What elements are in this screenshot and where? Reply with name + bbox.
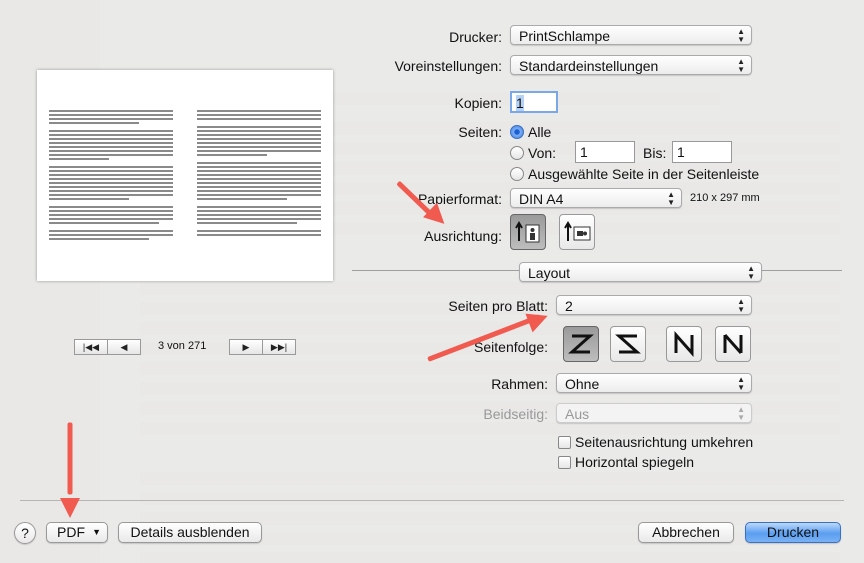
landscape-orientation-button[interactable] bbox=[559, 214, 595, 250]
section-select[interactable]: Layout ▲ ▼ bbox=[519, 262, 762, 282]
stepper-icon: ▲ ▼ bbox=[667, 190, 675, 207]
reverse-orientation-checkbox[interactable] bbox=[558, 436, 571, 449]
portrait-orientation-button[interactable] bbox=[510, 214, 546, 250]
pages-selection-radio[interactable] bbox=[510, 167, 524, 181]
flip-horizontal-checkbox[interactable] bbox=[558, 456, 571, 469]
border-select[interactable]: Ohne ▲ ▼ bbox=[556, 373, 752, 393]
layout-direction-label: Seitenfolge: bbox=[474, 339, 548, 355]
section-value: Layout bbox=[528, 265, 571, 281]
pages-range-radio[interactable] bbox=[510, 146, 524, 160]
footer-divider bbox=[20, 500, 844, 501]
pages-per-sheet-value: 2 bbox=[565, 298, 573, 314]
annotation-arrow bbox=[67, 422, 73, 495]
copies-value: 1 bbox=[516, 95, 524, 111]
last-page-button[interactable]: ▶▶| bbox=[262, 339, 296, 355]
pages-all-label: Alle bbox=[528, 124, 552, 140]
dropdown-arrow-icon: ▼ bbox=[92, 527, 101, 537]
first-page-button[interactable]: |◀◀ bbox=[74, 339, 108, 355]
printer-label: Drucker: bbox=[449, 29, 502, 45]
pdf-menu-button[interactable]: PDF ▼ bbox=[46, 522, 108, 543]
two-sided-value: Aus bbox=[565, 406, 590, 422]
pages-all-radio[interactable] bbox=[510, 125, 524, 139]
presets-label: Voreinstellungen: bbox=[394, 58, 502, 74]
next-page-button[interactable]: ▶ bbox=[229, 339, 263, 355]
paper-size-select[interactable]: DIN A4 ▲ ▼ bbox=[510, 188, 682, 208]
portrait-icon bbox=[515, 221, 540, 243]
two-sided-label: Beidseitig: bbox=[483, 406, 548, 422]
page-preview bbox=[37, 70, 333, 281]
pages-from-input[interactable]: 1 bbox=[575, 141, 635, 163]
hide-details-button[interactable]: Details ausblenden bbox=[118, 522, 262, 543]
presets-select[interactable]: Standardeinstellungen ▲ ▼ bbox=[510, 55, 752, 75]
page-indicator: 3 von 271 bbox=[158, 340, 207, 352]
layout-n-button[interactable] bbox=[666, 326, 702, 362]
stepper-icon: ▲ ▼ bbox=[747, 264, 755, 281]
print-button[interactable]: Drucken bbox=[745, 522, 841, 543]
stepper-icon: ▲ ▼ bbox=[737, 375, 745, 392]
reverse-n-order-icon bbox=[723, 334, 743, 354]
stepper-icon: ▲ ▼ bbox=[737, 405, 745, 422]
presets-value: Standardeinstellungen bbox=[519, 58, 659, 74]
printer-value: PrintSchlampe bbox=[519, 28, 611, 44]
cancel-button[interactable]: Abbrechen bbox=[638, 522, 734, 543]
flip-horizontal-label: Horizontal spiegeln bbox=[575, 454, 695, 470]
reverse-z-order-icon bbox=[615, 334, 641, 354]
previous-page-button[interactable]: ◀ bbox=[107, 339, 141, 355]
pages-to-input[interactable]: 1 bbox=[672, 141, 732, 163]
stepper-icon: ▲ ▼ bbox=[737, 27, 745, 44]
copies-label: Kopien: bbox=[454, 95, 502, 111]
reverse-orientation-label: Seitenausrichtung umkehren bbox=[575, 434, 754, 450]
pages-from-label: Von: bbox=[528, 145, 557, 161]
stepper-icon: ▲ ▼ bbox=[737, 57, 745, 74]
stepper-icon: ▲ ▼ bbox=[737, 297, 745, 314]
layout-reverse-z-button[interactable] bbox=[610, 326, 646, 362]
two-sided-select[interactable]: Aus ▲ ▼ bbox=[556, 403, 752, 423]
paper-dimensions: 210 x 297 mm bbox=[690, 192, 760, 204]
copies-input[interactable]: 1 bbox=[510, 91, 558, 113]
border-value: Ohne bbox=[565, 376, 600, 392]
print-dialog: |◀◀ ◀ 3 von 271 ▶ ▶▶| Drucker: PrintSchl… bbox=[0, 0, 864, 563]
layout-z-button[interactable] bbox=[563, 326, 599, 362]
printer-select[interactable]: PrintSchlampe ▲ ▼ bbox=[510, 25, 752, 45]
pages-to-label: Bis: bbox=[643, 145, 667, 161]
pages-per-sheet-select[interactable]: 2 ▲ ▼ bbox=[556, 295, 752, 315]
pages-selection-label: Ausgewählte Seite in der Seitenleiste bbox=[528, 166, 760, 182]
pages-label: Seiten: bbox=[458, 124, 502, 140]
paper-size-label: Papierformat: bbox=[417, 191, 502, 207]
annotation-arrowhead bbox=[60, 498, 80, 518]
landscape-icon bbox=[564, 221, 591, 241]
z-order-icon bbox=[568, 334, 594, 354]
layout-reverse-n-button[interactable] bbox=[715, 326, 751, 362]
pdf-label: PDF bbox=[57, 524, 85, 540]
border-label: Rahmen: bbox=[491, 376, 548, 392]
paper-size-value: DIN A4 bbox=[519, 191, 564, 207]
n-order-icon bbox=[674, 331, 694, 357]
help-button[interactable]: ? bbox=[14, 522, 36, 544]
